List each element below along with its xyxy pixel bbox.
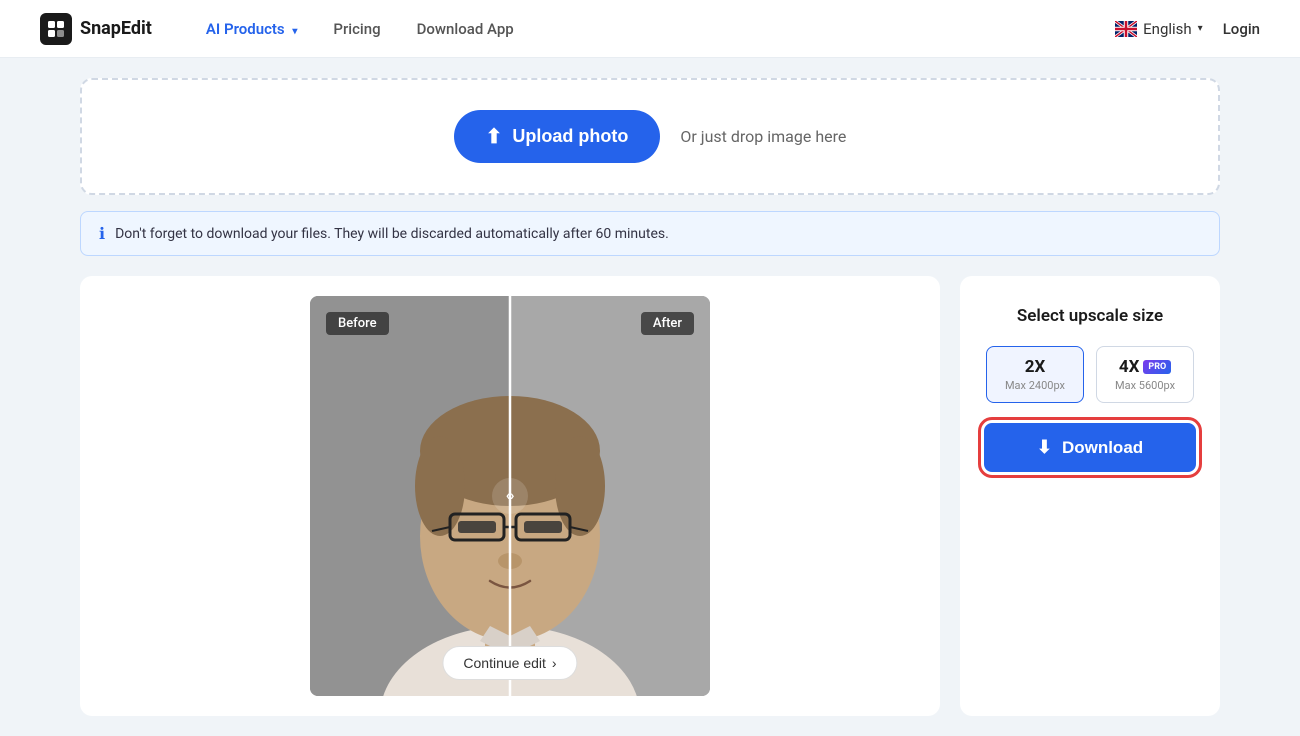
logo-text: SnapEdit <box>80 18 152 39</box>
upscale-options: 2X Max 2400px 4X PRO Max 5600px <box>986 346 1194 403</box>
upscale-4x-label: 4X PRO <box>1115 357 1175 377</box>
pro-badge: PRO <box>1143 360 1171 374</box>
login-button[interactable]: Login <box>1223 20 1260 38</box>
header-right: English ▾ Login <box>1115 20 1260 38</box>
nav-item-ai-products[interactable]: AI Products ▾ <box>192 14 312 44</box>
info-icon: ℹ <box>99 224 105 243</box>
download-icon: ⬇ <box>1037 437 1052 458</box>
after-label: After <box>641 312 694 335</box>
download-button[interactable]: ⬇ Download <box>984 423 1196 472</box>
lang-chevron-icon: ▾ <box>1198 23 1203 34</box>
content-row: Before After ‹ › Continue edit › Select … <box>80 276 1220 716</box>
language-label: English <box>1143 20 1192 38</box>
sidebar: Select upscale size 2X Max 2400px 4X PRO… <box>960 276 1220 716</box>
main-content: ⬆ Upload photo Or just drop image here ℹ… <box>0 58 1300 736</box>
upscale-title: Select upscale size <box>1017 306 1163 326</box>
logo[interactable]: SnapEdit <box>40 13 152 45</box>
continue-edit-chevron-icon: › <box>552 655 557 671</box>
before-label: Before <box>326 312 389 335</box>
nav-item-pricing[interactable]: Pricing <box>319 14 394 44</box>
language-selector[interactable]: English ▾ <box>1115 20 1203 38</box>
upscale-2x-label: 2X <box>1005 357 1065 377</box>
divider-handle[interactable]: ‹ › <box>492 478 528 514</box>
nav: AI Products ▾ Pricing Download App <box>192 14 1115 44</box>
upload-icon: ⬆ <box>486 124 503 149</box>
continue-edit-button[interactable]: Continue edit › <box>442 646 577 680</box>
arrow-right-icon: › <box>510 488 514 504</box>
comparison-container: Before After ‹ › Continue edit › <box>310 296 710 696</box>
upscale-4x-max: Max 5600px <box>1115 379 1175 392</box>
upscale-option-4x[interactable]: 4X PRO Max 5600px <box>1096 346 1194 403</box>
header: SnapEdit AI Products ▾ Pricing Download … <box>0 0 1300 58</box>
upload-photo-button[interactable]: ⬆ Upload photo <box>454 110 661 163</box>
logo-icon <box>40 13 72 45</box>
flag-icon <box>1115 21 1137 37</box>
upscale-2x-max: Max 2400px <box>1005 379 1065 392</box>
image-comparison-wrapper: Before After ‹ › Continue edit › <box>80 276 940 716</box>
chevron-down-icon: ▾ <box>292 26 297 37</box>
info-banner: ℹ Don't forget to download your files. T… <box>80 211 1220 256</box>
upscale-option-2x[interactable]: 2X Max 2400px <box>986 346 1084 403</box>
nav-item-download-app[interactable]: Download App <box>403 14 528 44</box>
upload-section: ⬆ Upload photo Or just drop image here <box>80 78 1220 195</box>
info-text: Don't forget to download your files. The… <box>115 226 669 242</box>
drop-text: Or just drop image here <box>680 127 846 146</box>
